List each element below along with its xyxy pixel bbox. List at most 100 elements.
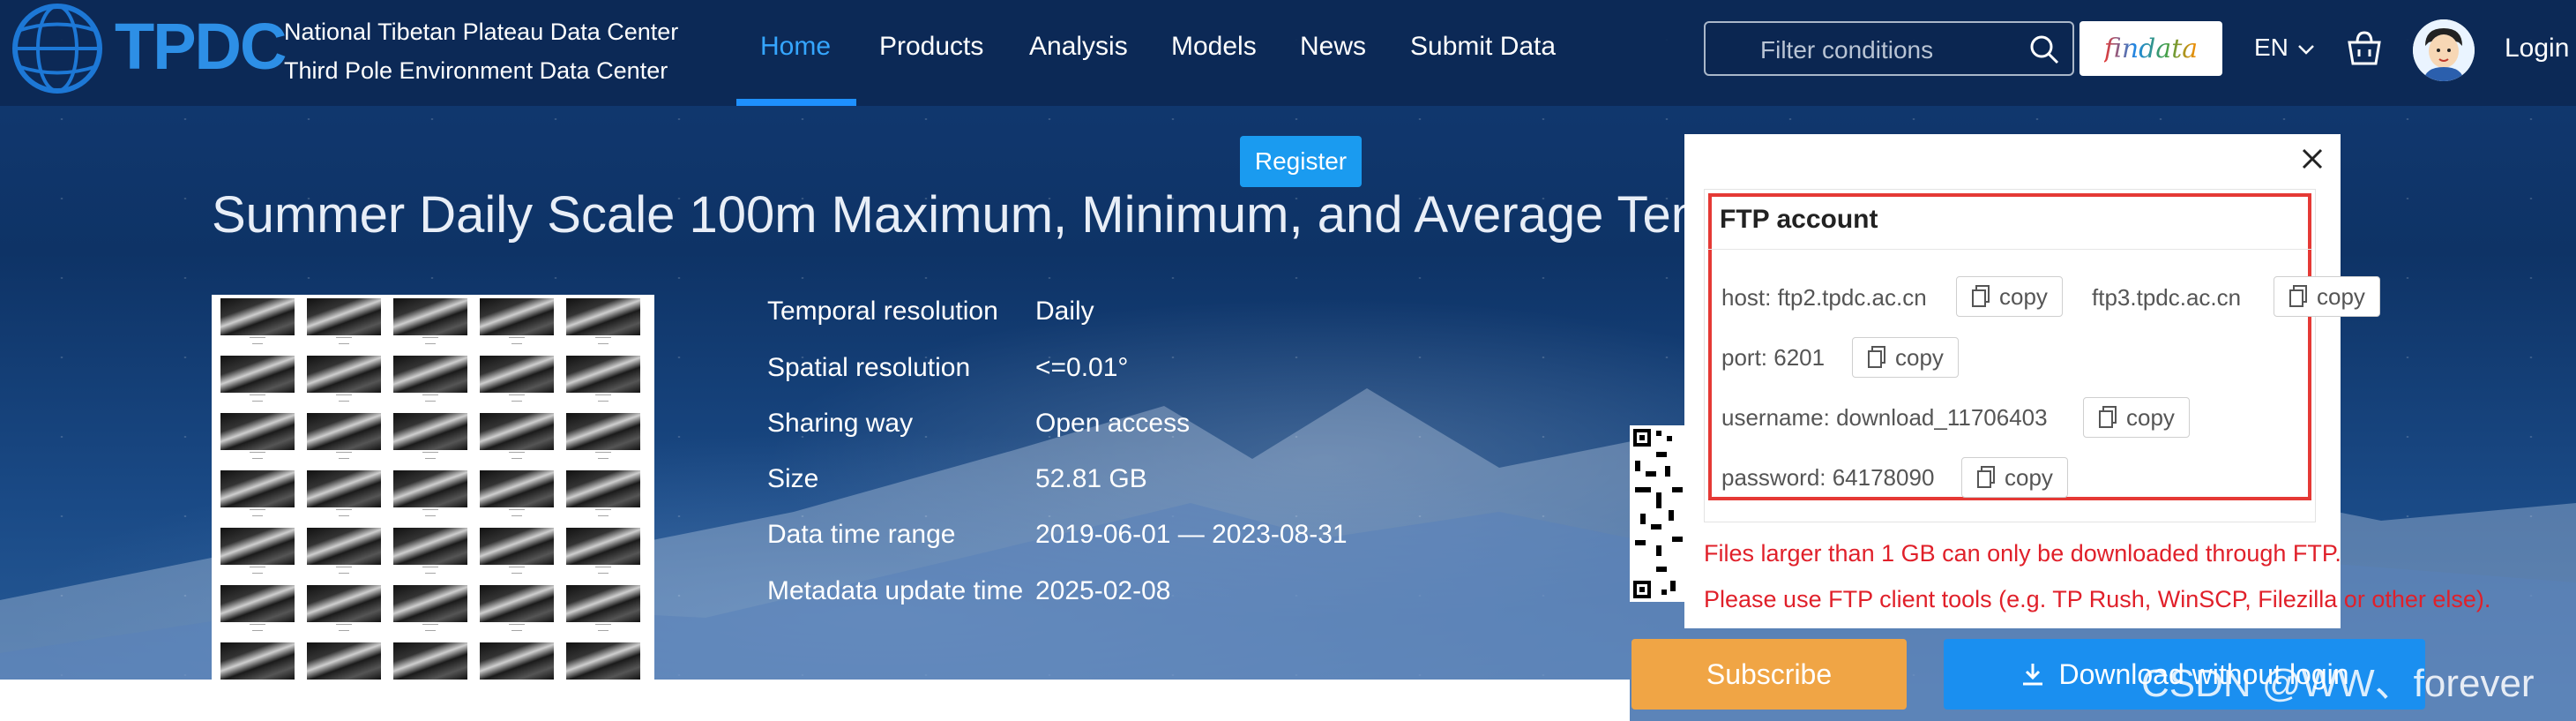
copy-label: copy (1999, 282, 2048, 310)
thumbnail-raster (393, 528, 467, 565)
thumbnail-caption: ——— —— (250, 450, 265, 462)
thumbnail-raster (566, 413, 640, 450)
nav-news[interactable]: News (1300, 32, 1366, 62)
thumbnail-raster (393, 298, 467, 335)
brand-name-line2: Third Pole Environment Data Center (284, 57, 668, 84)
ftp-host: host: ftp2.tpdc.ac.cn (1721, 284, 1927, 311)
thumbnail-tile: ————— (220, 470, 295, 521)
thumbnail-caption: ——— —— (509, 450, 525, 462)
thumbnail-raster (220, 298, 295, 335)
findata-button[interactable]: findata (2079, 21, 2222, 76)
metadata-label: Size (767, 464, 819, 493)
thumbnail-tile: ————— (566, 470, 640, 521)
thumbnail-raster (220, 413, 295, 450)
download-icon (2023, 664, 2043, 686)
thumbnail-caption: ——— —— (336, 565, 352, 576)
thumbnail-raster (307, 642, 381, 680)
copy-icon (1977, 466, 1995, 488)
copy-host-button[interactable]: copy (1956, 276, 2063, 317)
thumbnail-tile: ————— (220, 585, 295, 635)
basket-icon[interactable] (2344, 28, 2385, 69)
nav-analysis[interactable]: Analysis (1029, 32, 1128, 62)
thumbnail-tile: ————— (307, 642, 381, 680)
copy-icon (2289, 285, 2307, 307)
metadata-label: Spatial resolution (767, 353, 971, 382)
subscribe-button[interactable]: Subscribe (1631, 639, 1907, 710)
thumbnail-caption: ——— —— (250, 335, 265, 347)
thumbnail-caption: ——— —— (509, 393, 525, 404)
thumbnail-raster (566, 528, 640, 565)
copy-label: copy (2317, 282, 2365, 310)
thumbnail-caption: ——— —— (595, 335, 611, 347)
thumbnail-caption: ——— —— (250, 565, 265, 576)
login-link[interactable]: Login (2505, 34, 2569, 64)
thumbnail-caption: ——— —— (595, 450, 611, 462)
copy-port-button[interactable]: copy (1852, 337, 1959, 378)
copy-icon (2099, 406, 2117, 428)
thumbnail-raster (220, 356, 295, 393)
search-box[interactable] (1704, 21, 2074, 76)
thumbnail-tile: ————— (566, 356, 640, 406)
thumbnail-tile: ————— (307, 585, 381, 635)
language-label: EN (2254, 34, 2289, 61)
close-icon[interactable] (2296, 143, 2328, 175)
copy-icon (1972, 285, 1990, 307)
thumbnail-tile: ————— (480, 413, 554, 463)
thumbnail-caption: ——— —— (595, 393, 611, 404)
dataset-thumbnail[interactable]: ——— —— ——— —— ——— —— ——— —— ——— —— ——— —— ——— —— ——— ——… (212, 295, 654, 680)
thumbnail-tile: ————— (307, 470, 381, 521)
thumbnail-raster (220, 585, 295, 622)
thumbnail-tile: ————— (480, 298, 554, 349)
thumbnail-tile: ————— (566, 298, 640, 349)
thumbnail-tile: ————— (480, 585, 554, 635)
thumbnail-raster (307, 528, 381, 565)
metadata-value: <=0.01° (1035, 353, 1129, 382)
thumbnail-tile: ————— (307, 356, 381, 406)
thumbnail-tile: ————— (566, 585, 640, 635)
top-navigation: TPDC National Tibetan Plateau Data Cente… (0, 0, 2576, 106)
metadata-value: 52.81 GB (1035, 464, 1147, 493)
thumbnail-tile: ————— (307, 413, 381, 463)
thumbnail-tile: ————— (480, 642, 554, 680)
thumbnail-caption: ——— —— (336, 393, 352, 404)
register-button[interactable]: Register (1240, 136, 1362, 187)
copy-username-button[interactable]: copy (2083, 397, 2190, 438)
nav-products[interactable]: Products (879, 32, 983, 62)
language-selector[interactable]: EN (2254, 34, 2315, 62)
avatar[interactable] (2413, 19, 2475, 81)
search-icon[interactable] (2028, 34, 2060, 65)
thumbnail-caption: ——— —— (422, 565, 438, 576)
thumbnail-tile: ————— (393, 470, 467, 521)
copy-host2-button[interactable]: copy (2274, 276, 2380, 317)
thumbnail-raster (480, 470, 554, 507)
ftp-warning-size: Files larger than 1 GB can only be downl… (1704, 540, 2341, 567)
ftp-password: password: 64178090 (1721, 464, 1935, 491)
search-input[interactable] (1758, 32, 2009, 69)
thumbnail-raster (480, 356, 554, 393)
content-bottom-edge (0, 680, 1630, 721)
copy-password-button[interactable]: copy (1961, 457, 2068, 498)
logo-wordmark[interactable]: TPDC (115, 9, 287, 84)
thumbnail-caption: ——— —— (336, 622, 352, 634)
thumbnail-raster (393, 642, 467, 680)
ftp-port: port: 6201 (1721, 344, 1826, 371)
thumbnail-caption: ——— —— (422, 507, 438, 519)
thumbnail-caption: ——— —— (509, 507, 525, 519)
thumbnail-raster (480, 298, 554, 335)
nav-submit-data[interactable]: Submit Data (1410, 32, 1556, 62)
metadata-label: Data time range (767, 520, 956, 549)
ftp-username: username: download_11706403 (1721, 404, 2048, 431)
metadata-value: Daily (1035, 297, 1094, 326)
thumbnail-tile: ————— (220, 642, 295, 680)
nav-models[interactable]: Models (1171, 32, 1257, 62)
ftp-account-popup: FTP account host: ftp2.tpdc.ac.cn copy f… (1684, 134, 2490, 628)
thumbnail-tile: ————— (307, 528, 381, 578)
nav-home[interactable]: Home (760, 32, 831, 62)
thumbnail-raster (307, 470, 381, 507)
thumbnail-caption: ——— —— (250, 507, 265, 519)
thumbnail-raster (566, 585, 640, 622)
thumbnail-raster (307, 356, 381, 393)
thumbnail-caption: ——— —— (509, 335, 525, 347)
thumbnail-raster (480, 585, 554, 622)
thumbnail-caption: ——— —— (595, 565, 611, 576)
